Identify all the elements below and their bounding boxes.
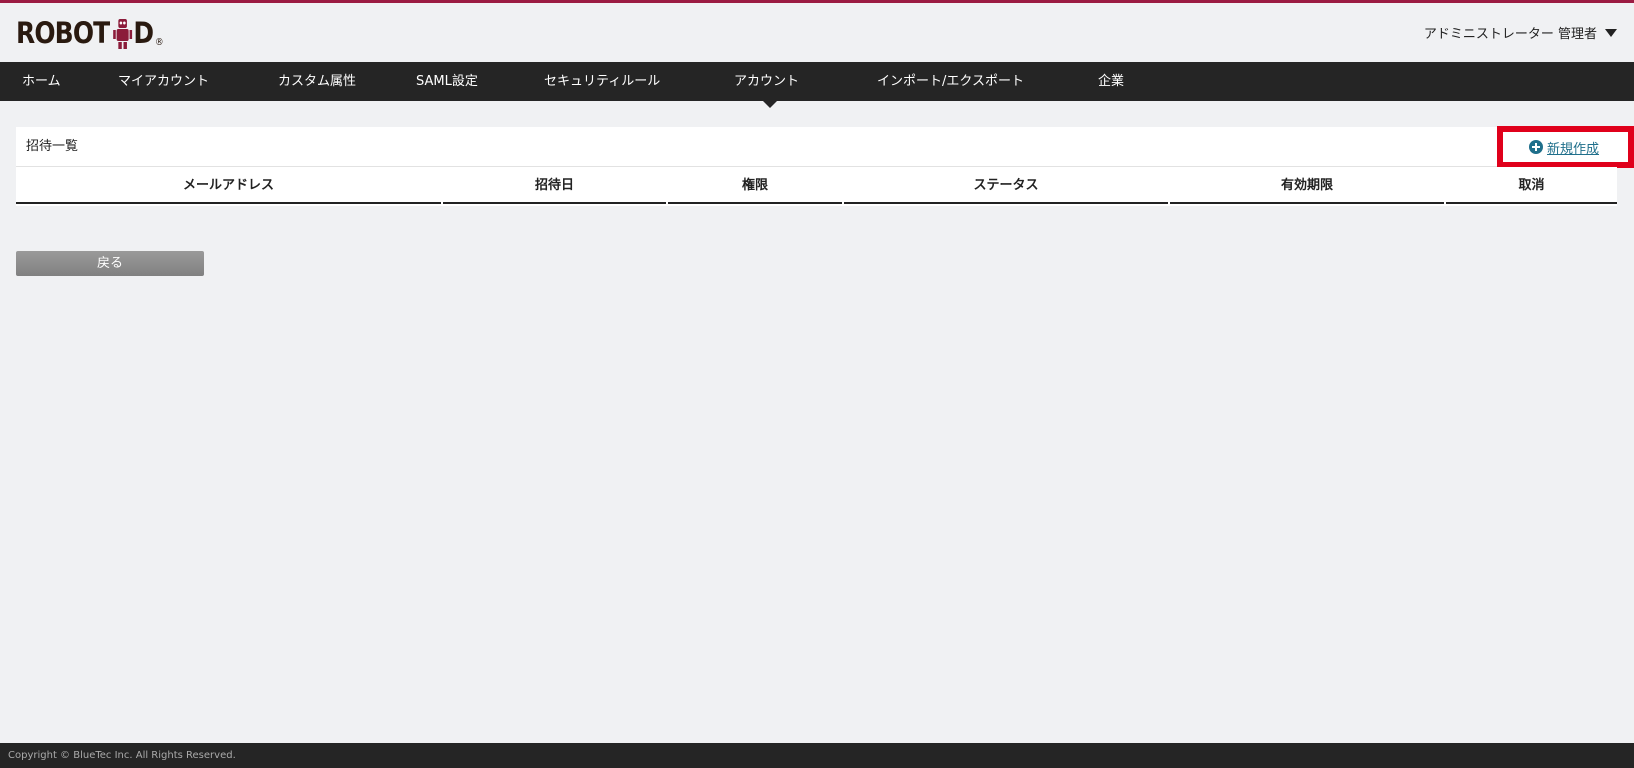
invitation-list-panel: 招待一覧 (16, 127, 1617, 167)
plus-circle-icon (1529, 140, 1543, 154)
panel-title: 招待一覧 (26, 139, 79, 154)
main-nav: ホーム マイアカウント カスタム属性 SAML設定 セキュリティルール アカウン… (0, 62, 1634, 101)
column-header-email[interactable]: メールアドレス (16, 167, 441, 204)
nav-active-indicator (762, 100, 778, 108)
robot-icon (112, 18, 132, 49)
nav-item-security-rules[interactable]: セキュリティルール (544, 62, 660, 101)
nav-item-saml-settings[interactable]: SAML設定 (416, 62, 478, 101)
logo-text-robot: ROBOT (16, 15, 110, 50)
footer: Copyright © BlueTec Inc. All Rights Rese… (0, 743, 1634, 768)
logo-registered-mark: ® (154, 36, 164, 48)
new-invitation-button[interactable]: 新規作成 (1529, 127, 1599, 167)
logo-text-d: D (133, 15, 154, 50)
nav-item-my-account[interactable]: マイアカウント (118, 62, 209, 101)
user-name: アドミニストレーター 管理者 (1423, 27, 1597, 42)
column-header-cancel[interactable]: 取消 (1446, 167, 1617, 204)
column-header-status[interactable]: ステータス (844, 167, 1168, 204)
column-header-expiration[interactable]: 有効期限 (1170, 167, 1444, 204)
nav-item-account[interactable]: アカウント (734, 62, 799, 101)
nav-item-home[interactable]: ホーム (22, 62, 61, 101)
header: ROBOT D ® アドミニストレーター 管理者 (0, 3, 1634, 62)
column-header-permission[interactable]: 権限 (668, 167, 842, 204)
invitation-table-header: メールアドレス 招待日 権限 ステータス 有効期限 取消 (16, 167, 1617, 206)
caret-down-icon (1605, 28, 1617, 37)
nav-item-import-export[interactable]: インポート/エクスポート (877, 62, 1024, 101)
user-menu[interactable]: アドミニストレーター 管理者 (1424, 23, 1617, 42)
nav-item-custom-attributes[interactable]: カスタム属性 (278, 62, 356, 101)
nav-item-company[interactable]: 企業 (1098, 62, 1124, 101)
logo[interactable]: ROBOT D ® (16, 15, 164, 50)
copyright-text: Copyright © BlueTec Inc. All Rights Rese… (8, 750, 236, 761)
column-header-invite-date[interactable]: 招待日 (443, 167, 666, 204)
new-button-label: 新規作成 (1547, 141, 1600, 157)
back-button[interactable]: 戻る (16, 251, 204, 276)
